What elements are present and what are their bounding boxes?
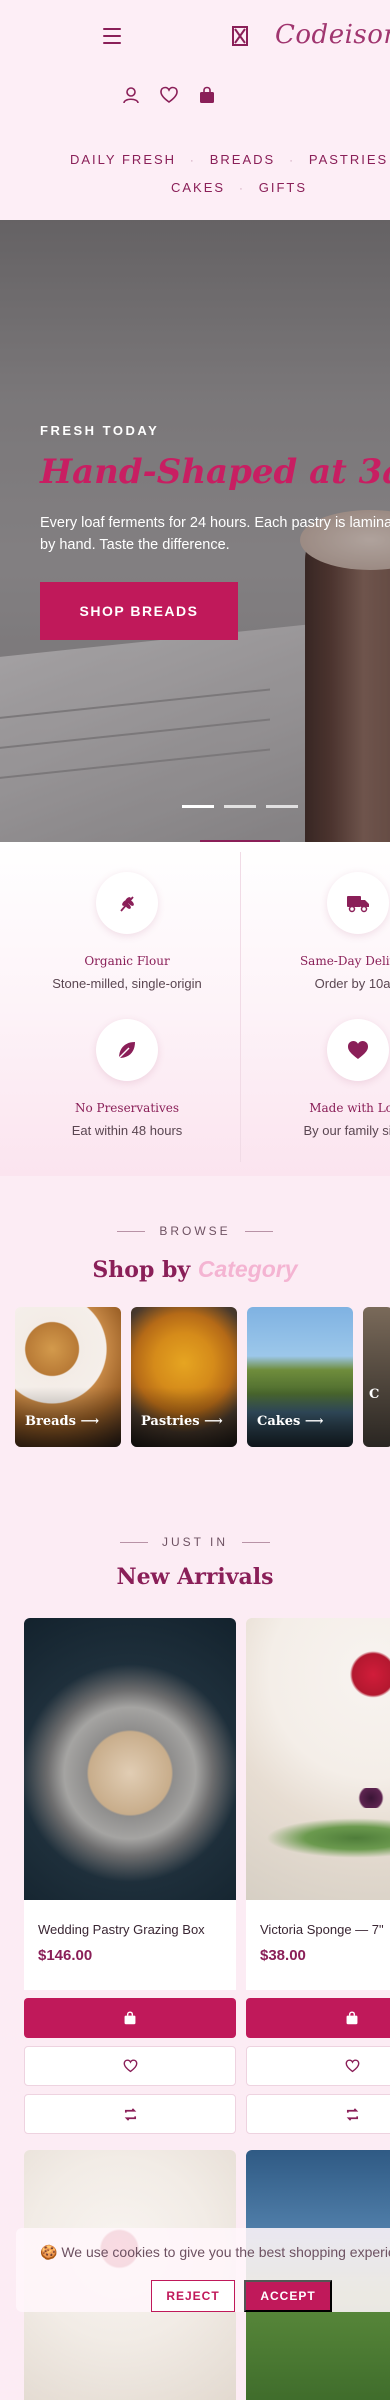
features-section: Organic Flour Stone-milled, single-origi…	[0, 842, 390, 1176]
feature-organic-flour: Organic Flour Stone-milled, single-origi…	[7, 872, 247, 991]
feature-no-preservatives: No Preservatives Eat within 48 hours	[7, 1019, 247, 1138]
add-to-wishlist-button[interactable]	[246, 2046, 390, 2086]
nav-item-cakes[interactable]: CAKES	[171, 180, 225, 195]
nav-item-pastries[interactable]: PASTRIES	[309, 152, 388, 167]
arrow-right-icon: ⟶	[80, 1414, 100, 1429]
product-name[interactable]: Victoria Sponge — 7"	[260, 1922, 390, 1937]
hourglass-icon	[232, 26, 248, 46]
category-card-cakes[interactable]: Cakes ⟶	[247, 1307, 353, 1447]
accept-cookies-button[interactable]: ACCEPT	[244, 2280, 332, 2312]
compare-icon	[124, 2107, 136, 2121]
compare-button[interactable]	[24, 2094, 236, 2134]
new-arrivals-title: New Arrivals	[116, 1564, 274, 1590]
page: Codeison DAILY FRESH · BREADS · PASTRIES CAK…	[0, 0, 390, 2400]
add-to-cart-button[interactable]	[24, 1998, 236, 2038]
feature-desc: Stone-milled, single-origin	[52, 976, 202, 991]
account-icon[interactable]	[122, 86, 140, 104]
arrivals-eyebrow: JUST IN	[0, 1535, 390, 1549]
shop-breads-button[interactable]: SHOP BREADS	[40, 582, 238, 640]
heart-outline-icon	[123, 2059, 137, 2073]
slider-dot[interactable]	[224, 805, 256, 808]
feature-title: No Preservatives	[74, 1101, 180, 1115]
cart-icon	[124, 2011, 136, 2025]
product-price: $38.00	[260, 1947, 306, 1964]
product-card: Victoria Sponge — 7" $38.00	[246, 1618, 390, 2134]
category-card-breads[interactable]: Breads ⟶	[15, 1307, 121, 1447]
arrow-right-icon: ⟶	[304, 1414, 324, 1429]
browse-eyebrow: BROWSE	[0, 1224, 390, 1238]
cookie-banner: 🍪 We use cookies to give you the best sh…	[16, 2228, 390, 2312]
feature-desc: By our family since	[303, 1123, 390, 1138]
nav-item-breads[interactable]: BREADS	[210, 152, 275, 167]
category-card-pastries[interactable]: Pastries ⟶	[131, 1307, 237, 1447]
feature-title: Organic Flour	[84, 954, 170, 968]
category-carousel: Breads ⟶ Pastries ⟶ Cakes ⟶ C	[15, 1307, 390, 1447]
add-to-wishlist-button[interactable]	[24, 2046, 236, 2086]
wheat-icon	[120, 896, 134, 912]
product-image[interactable]	[24, 1618, 236, 1900]
leaf-icon	[118, 1042, 135, 1059]
shop-by-category-title: Shop by Category	[92, 1256, 298, 1283]
reject-cookies-button[interactable]: REJECT	[151, 2280, 235, 2312]
feature-title: Same-Day Delivery	[299, 954, 390, 968]
nav-item-gifts[interactable]: GIFTS	[259, 180, 307, 195]
heart-outline-icon	[345, 2059, 359, 2073]
product-image[interactable]	[246, 1618, 390, 1900]
hero-description: Every loaf ferments for 24 hours. Each p…	[40, 515, 390, 553]
product-price: $146.00	[38, 1947, 93, 1964]
slider-dot[interactable]	[266, 805, 298, 808]
header-actions	[122, 86, 216, 104]
product-card: Wedding Pastry Grazing Box $146.00	[24, 1618, 236, 2134]
hero-title: Hand-Shaped at 3am	[40, 452, 390, 492]
category-card-partial[interactable]: C	[363, 1307, 390, 1447]
cart-icon[interactable]	[198, 86, 216, 104]
add-to-cart-button[interactable]	[246, 1998, 390, 2038]
compare-icon	[346, 2107, 358, 2121]
nav-item-daily-fresh[interactable]: DAILY FRESH	[70, 152, 176, 167]
product-name[interactable]: Wedding Pastry Grazing Box	[38, 1922, 222, 1937]
heart-icon	[348, 1041, 368, 1059]
site-header: Codeison DAILY FRESH · BREADS · PASTRIES CAK…	[0, 0, 390, 220]
compare-button[interactable]	[246, 2094, 390, 2134]
menu-icon[interactable]	[103, 28, 121, 44]
truck-icon	[347, 896, 369, 913]
hero-slider: FRESH TODAY Hand-Shaped at 3am Every loa…	[0, 220, 390, 842]
slider-dots	[182, 805, 298, 808]
feature-title: Made with Love	[309, 1101, 390, 1115]
feature-desc: Order by 10am	[314, 976, 390, 991]
wishlist-icon[interactable]	[160, 86, 178, 104]
slider-dot[interactable]	[182, 805, 214, 808]
feature-delivery: Same-Day Delivery Order by 10am	[238, 872, 390, 991]
feature-desc: Eat within 48 hours	[71, 1123, 183, 1138]
feature-made-with-love: Made with Love By our family since	[238, 1019, 390, 1138]
site-logo[interactable]: Codeison	[275, 20, 390, 50]
arrow-right-icon: ⟶	[204, 1414, 223, 1429]
cart-icon	[346, 2011, 358, 2025]
cookie-message: 🍪 We use cookies to give you the best sh…	[40, 2244, 390, 2260]
hero-eyebrow: FRESH TODAY	[40, 423, 160, 438]
